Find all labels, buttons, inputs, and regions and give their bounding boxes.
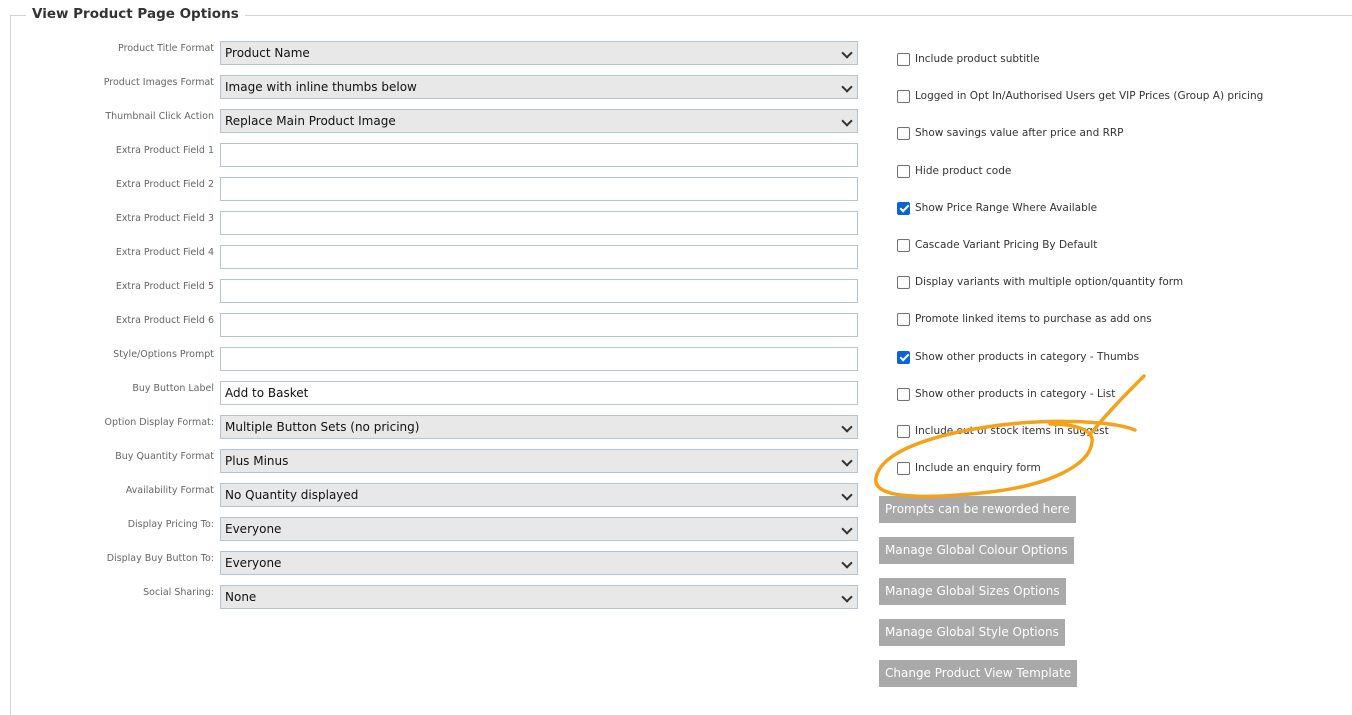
chevron-down-icon [841,591,853,603]
text-input[interactable] [220,347,858,371]
checkbox-label: Cascade Variant Pricing By Default [915,239,1098,251]
field-value: Plus Minus [225,454,289,468]
text-input[interactable] [220,211,858,235]
field-value: Replace Main Product Image [225,114,396,128]
checkbox-label: Include an enquiry form [915,462,1041,475]
field-value: No Quantity displayed [225,488,359,502]
checkbox-label: Include out of stock items in suggest [915,425,1109,437]
text-input[interactable] [220,177,858,201]
field-label: Buy Quantity Format [115,451,214,462]
dropdown-select[interactable]: No Quantity displayed [220,483,858,507]
checkbox-label: Include product subtitle [915,53,1040,65]
checkbox-label: Display variants with multiple option/qu… [915,276,1184,289]
dropdown-select[interactable]: Everyone [220,551,858,575]
checkbox-checked[interactable] [897,201,910,215]
checkbox-unchecked[interactable] [897,425,910,438]
field-value: Everyone [225,556,282,570]
dropdown-select[interactable]: None [220,585,858,609]
checkbox-unchecked[interactable] [897,387,910,401]
chevron-down-icon [841,523,853,535]
field-label: Extra Product Field 1 [115,145,214,156]
checkbox-unchecked[interactable] [897,90,910,104]
chevron-down-icon [841,47,853,59]
dropdown-select[interactable]: Image with inline thumbs below [220,75,858,99]
dropdown-select[interactable]: Replace Main Product Image [220,109,858,133]
field-label: Extra Product Field 4 [115,247,214,258]
field-value: Everyone [225,522,282,536]
chevron-down-icon [841,421,853,433]
manage-sizes-options-button[interactable]: Manage Global Sizes Options [879,578,1066,605]
field-label: Social Sharing: [143,587,214,598]
field-label: Availability Format [125,485,214,496]
chevron-down-icon [841,455,853,467]
dropdown-select[interactable]: Multiple Button Sets (no pricing) [220,415,858,439]
text-input[interactable] [220,313,858,337]
checkbox-unchecked[interactable] [897,127,910,141]
text-input[interactable] [220,245,858,269]
field-label: Style/Options Prompt [113,349,214,360]
chevron-down-icon [841,557,853,569]
checkbox-label: Show other products in category - List [915,387,1116,400]
chevron-down-icon [841,489,853,501]
field-value: Product Name [225,46,310,60]
checkbox-unchecked[interactable] [897,313,910,327]
field-label: Extra Product Field 5 [115,281,214,292]
field-label: Extra Product Field 6 [115,315,214,326]
chevron-down-icon [841,115,853,127]
checkbox-label: Show savings value after price and RRP [915,127,1124,140]
dropdown-select[interactable]: Product Name [220,41,858,65]
section-title: View Product Page Options [26,6,245,22]
change-template-button[interactable]: Change Product View Template [879,660,1078,687]
text-input[interactable] [220,143,858,167]
prompts-reword-button[interactable]: Prompts can be reworded here [879,496,1076,523]
checkbox-label: Show Price Range Where Available [915,201,1098,214]
checkbox-label: Promote linked items to purchase as add … [915,313,1152,326]
field-label: Product Title Format [118,43,214,54]
field-value: Image with inline thumbs below [225,80,417,94]
field-label: Extra Product Field 2 [115,179,214,190]
field-value: Multiple Button Sets (no pricing) [225,420,420,434]
dropdown-select[interactable]: Everyone [220,517,858,541]
field-label: Display Buy Button To: [106,553,214,564]
field-label: Buy Button Label [132,383,214,394]
chevron-down-icon [841,81,853,93]
checkbox-unchecked[interactable] [897,239,910,252]
text-input[interactable]: Add to Basket [220,381,858,405]
manage-style-options-button[interactable]: Manage Global Style Options [879,619,1065,646]
checkbox-label: Hide product code [915,164,1012,177]
field-value: None [225,590,257,604]
text-input[interactable] [220,279,858,303]
checkbox-unchecked[interactable] [897,164,910,178]
field-label: Extra Product Field 3 [115,213,214,224]
field-label: Display Pricing To: [127,519,214,530]
field-label: Thumbnail Click Action [105,111,214,122]
checkbox-unchecked[interactable] [897,276,910,290]
checkbox-label: Logged in Opt In/Authorised Users get VI… [915,90,1264,103]
checkbox-label: Show other products in category - Thumbs [915,350,1140,363]
checkbox-unchecked[interactable] [897,53,910,66]
field-label: Option Display Format: [104,417,214,428]
dropdown-select[interactable]: Plus Minus [220,449,858,473]
manage-colour-options-button[interactable]: Manage Global Colour Options [879,537,1074,564]
checkbox-unchecked[interactable] [897,462,910,476]
field-value: Add to Basket [225,386,309,400]
field-label: Product Images Format [103,77,214,88]
checkbox-checked[interactable] [897,350,910,364]
